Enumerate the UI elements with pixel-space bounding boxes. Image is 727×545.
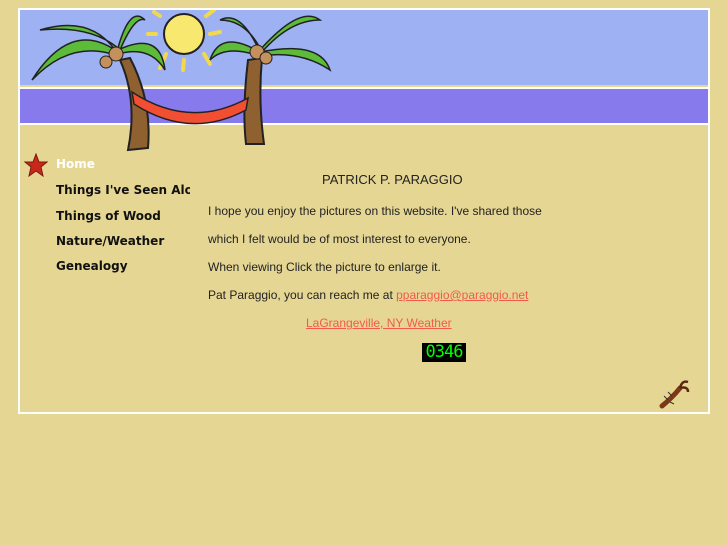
star-icon <box>24 153 48 177</box>
email-link[interactable]: pparaggio@paraggio.net <box>396 288 528 302</box>
page-title: PATRICK P. PARAGGIO <box>322 172 463 187</box>
intro-line-1: I hope you enjoy the pictures on this we… <box>208 204 542 218</box>
weather-link[interactable]: LaGrangeville, NY Weather <box>306 316 452 330</box>
nav-things-of-wood[interactable]: Things of Wood <box>56 209 190 223</box>
page-frame: Home Things I've Seen Along the Way Thin… <box>18 8 710 414</box>
nav-things-seen[interactable]: Things I've Seen Along the Way <box>56 183 190 197</box>
nav-home[interactable]: Home <box>56 157 190 171</box>
contact-text: Pat Paraggio, you can reach me at <box>208 288 397 302</box>
contact-line: Pat Paraggio, you can reach me at pparag… <box>208 288 528 302</box>
hit-counter: 0346 <box>422 343 466 362</box>
weather-line: LaGrangeville, NY Weather <box>306 316 452 330</box>
hammock <box>130 90 249 125</box>
nav-genealogy[interactable]: Genealogy <box>56 259 190 273</box>
intro-line-2: which I felt would be of most interest t… <box>208 232 471 246</box>
palm-hammock-illustration <box>31 10 332 152</box>
nav-nature-weather[interactable]: Nature/Weather <box>56 234 190 248</box>
intro-line-3: When viewing Click the picture to enlarg… <box>208 260 441 274</box>
lobster-icon <box>659 380 690 409</box>
